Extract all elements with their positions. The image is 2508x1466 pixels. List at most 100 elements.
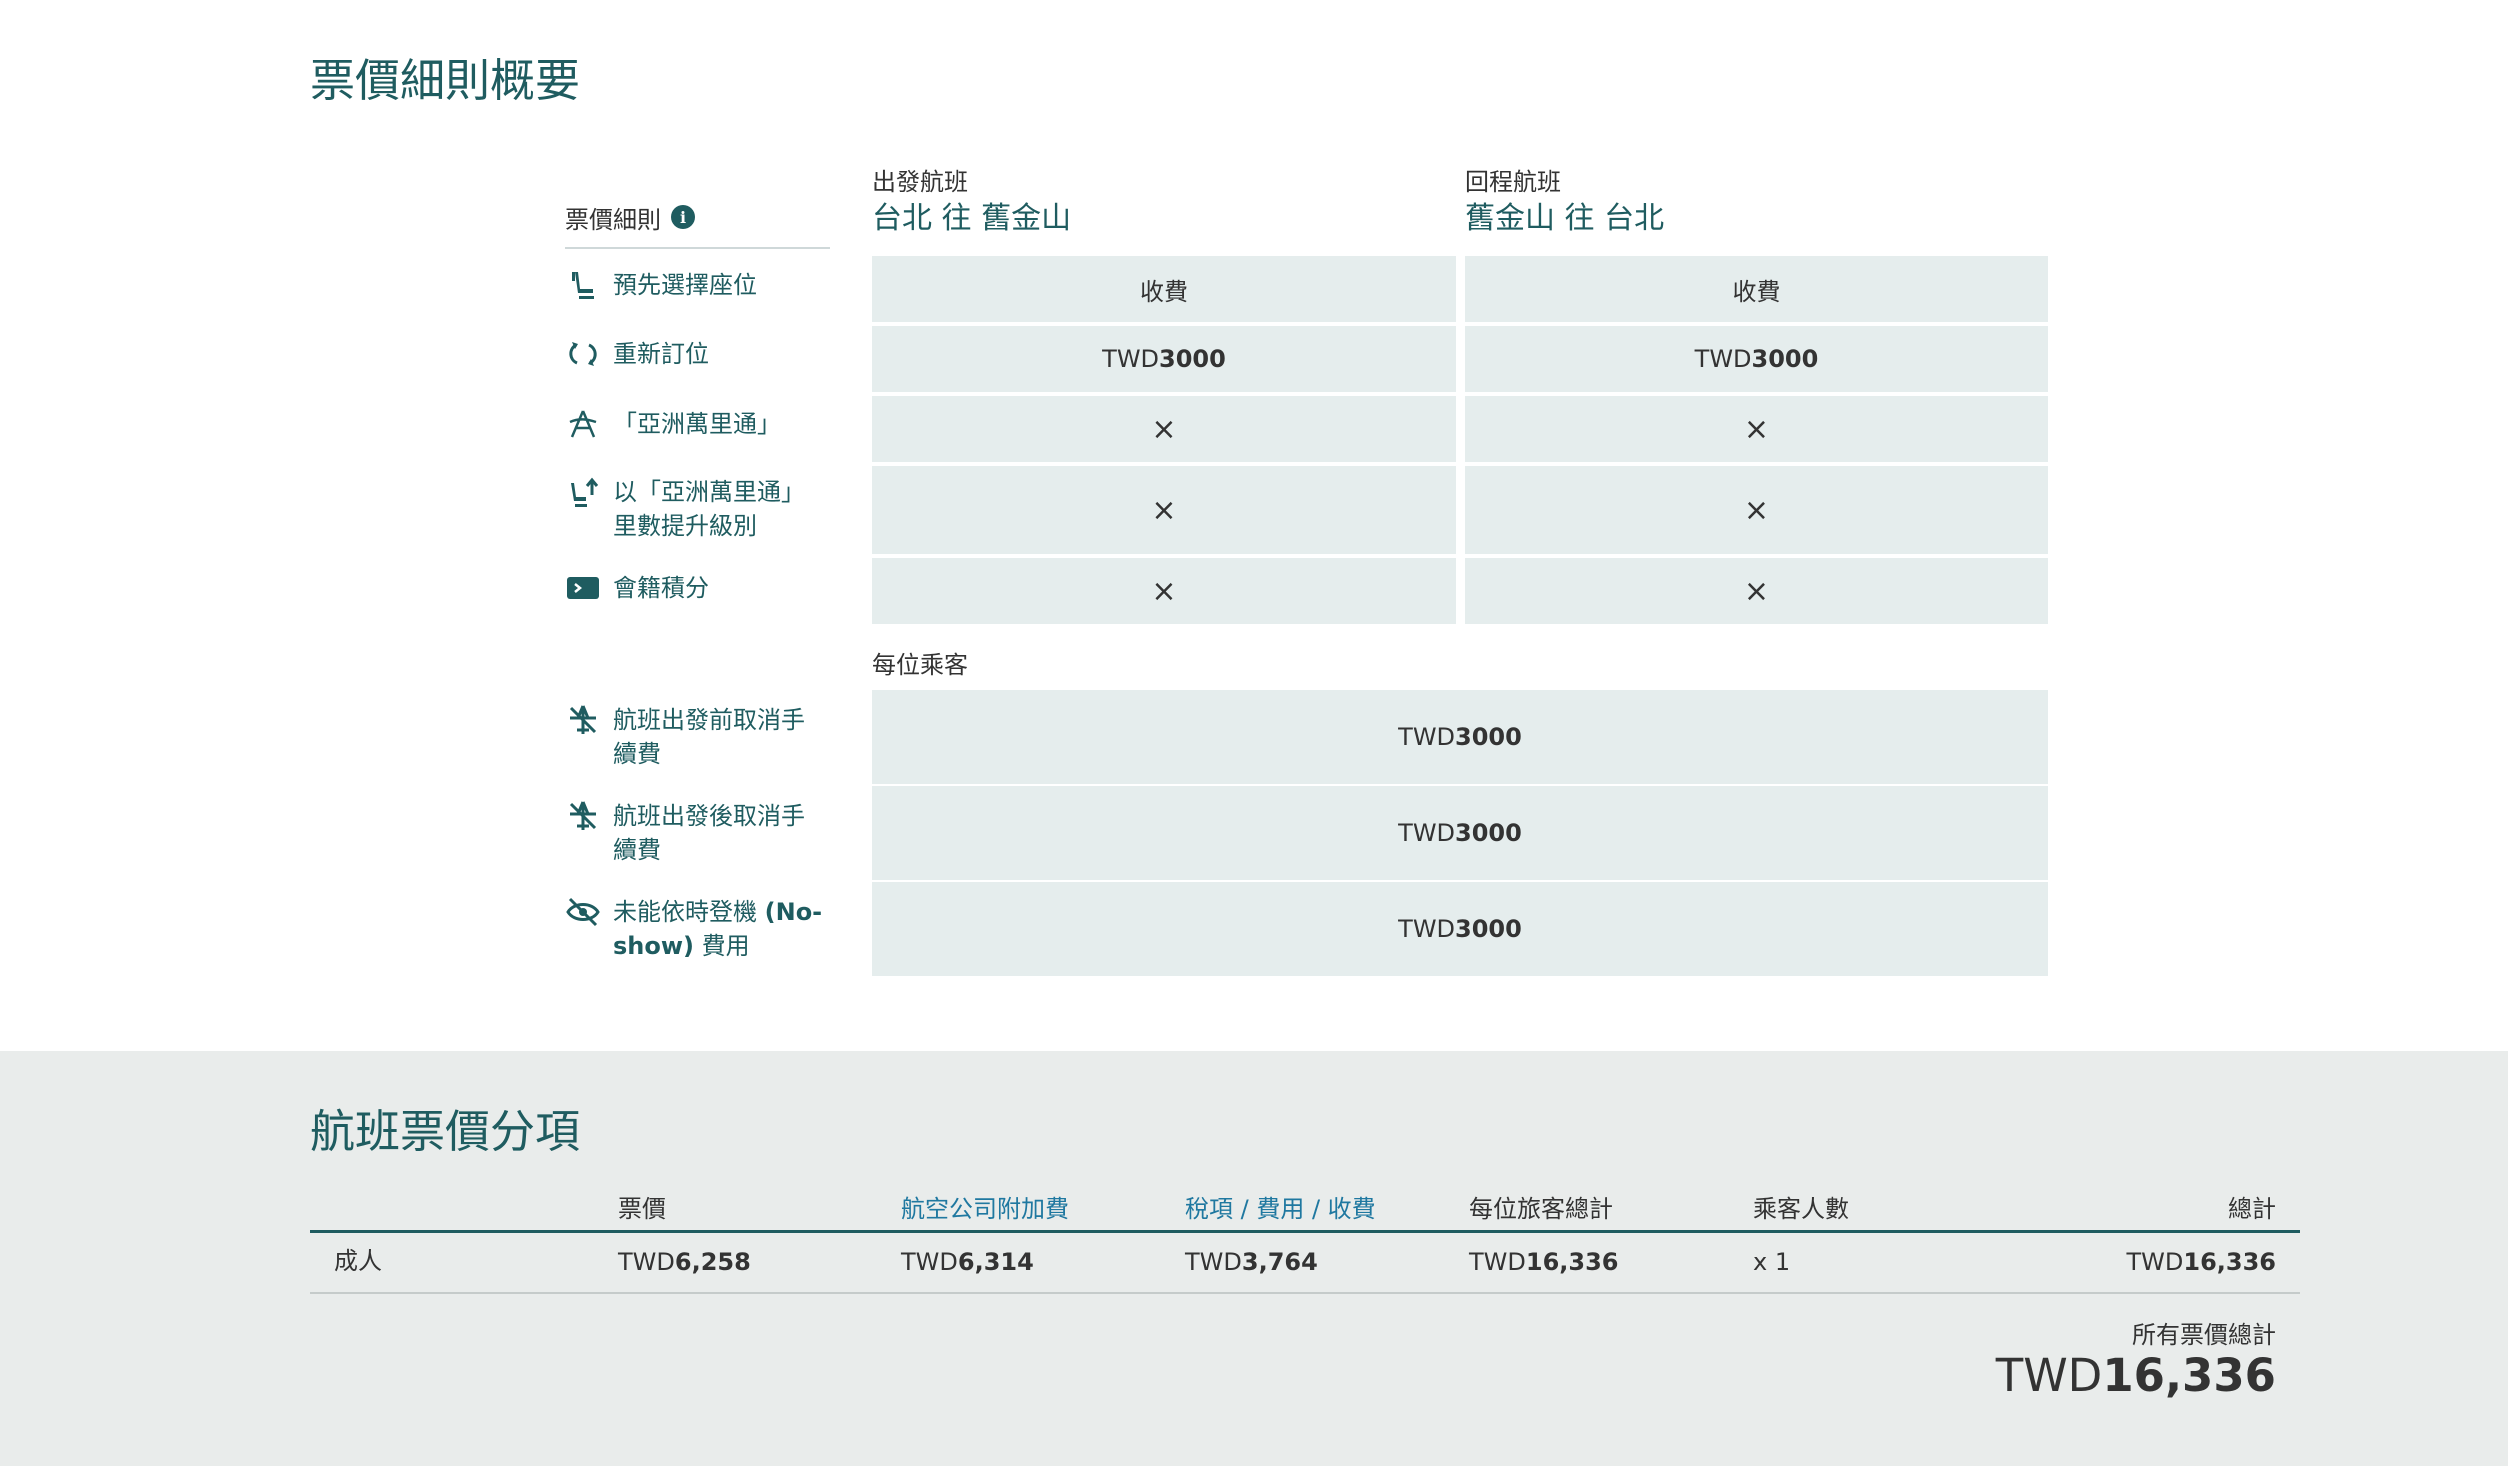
amount: 3000: [1751, 345, 1819, 373]
rule-row-cancel-after: 航班出發後取消手續費: [565, 799, 855, 867]
fare-value: TWD6,258: [618, 1248, 751, 1276]
outbound-sub-label: 出發航班: [872, 168, 968, 196]
inbound-sub-label: 回程航班: [1465, 168, 1561, 196]
inbound-asia-miles-cell: ×: [1465, 396, 2048, 462]
amount: 3000: [1455, 915, 1522, 943]
currency: TWD: [2126, 1248, 2184, 1276]
col-total: 總計: [2228, 1195, 2276, 1223]
rule-label: 航班出發前取消手續費: [613, 706, 805, 768]
amount: 6,314: [957, 1248, 1034, 1276]
table-header-divider: [310, 1230, 2300, 1233]
outbound-upgrade-cell: ×: [872, 466, 1456, 554]
not-available-icon: ×: [1743, 411, 1770, 447]
outbound-flight-header: 出發航班 台北 往 舊金山: [872, 165, 1071, 239]
inbound-upgrade-cell: ×: [1465, 466, 2048, 554]
no-show-label-c: 費用: [694, 932, 750, 960]
rule-label: 重新訂位: [613, 340, 709, 368]
grand-total-value: TWD16,336: [1996, 1349, 2276, 1402]
amount: 3000: [1455, 723, 1522, 751]
upgrade-seat-icon: [565, 475, 601, 509]
fare-rules-summary-section: 票價細則概要 票價細則 i 預先選擇座位 重新訂位 「亞洲萬里通」 以「亞洲萬里…: [0, 0, 2508, 1051]
currency: TWD: [1398, 819, 1456, 847]
inbound-flight-header: 回程航班 舊金山 往 台北: [1465, 165, 1664, 239]
inbound-route: 舊金山 往 台北: [1465, 201, 1665, 236]
inbound-seat-fee-cell: 收費: [1465, 256, 2048, 322]
amount: 16,336: [2183, 1248, 2276, 1276]
cancel-after-icon: [565, 799, 601, 833]
breakdown-title: 航班票價分項: [310, 1105, 581, 1158]
outbound-asia-miles-cell: ×: [872, 396, 1456, 462]
currency: TWD: [1398, 723, 1456, 751]
per-passenger-label: 每位乘客: [872, 651, 968, 679]
rule-label: 預先選擇座位: [613, 271, 757, 299]
outbound-route: 台北 往 舊金山: [872, 201, 1072, 236]
not-available-icon: ×: [1151, 492, 1177, 528]
col-per-pax-total: 每位旅客總計: [1469, 1195, 1613, 1223]
summary-title: 票價細則概要: [310, 54, 581, 107]
currency: TWD: [618, 1248, 675, 1276]
currency: TWD: [1694, 345, 1752, 373]
cell-text: 收費: [1732, 277, 1781, 306]
not-available-icon: ×: [1743, 492, 1770, 528]
per-pax-total-value: TWD16,336: [1469, 1248, 1619, 1276]
currency: TWD: [1398, 915, 1456, 943]
rule-label: 會籍積分: [613, 574, 709, 602]
no-show-icon: [565, 895, 601, 929]
rule-row-cancel-before: 航班出發前取消手續費: [565, 703, 855, 771]
not-available-icon: ×: [1743, 573, 1770, 609]
amount: 3000: [1455, 819, 1522, 847]
col-taxes-link[interactable]: 稅項 / 費用 / 收費: [1185, 1189, 1376, 1224]
table-row-divider: [310, 1292, 2300, 1294]
surcharge-value: TWD6,314: [901, 1248, 1034, 1276]
fare-breakdown-section: 航班票價分項 票價 航空公司附加費 稅項 / 費用 / 收費 每位旅客總計 乘客…: [0, 1051, 2508, 1466]
taxes-value: TWD3,764: [1185, 1248, 1318, 1276]
rule-row-asia-miles: 「亞洲萬里通」: [565, 407, 855, 441]
rule-label: 以「亞洲萬里通」里數提升級別: [613, 478, 805, 540]
rebook-icon: [565, 337, 601, 371]
currency: TWD: [1995, 1349, 2103, 1402]
not-available-icon: ×: [1151, 573, 1177, 609]
rule-row-status-points: 會籍積分: [565, 571, 855, 605]
amount: 16,336: [2102, 1349, 2276, 1402]
total-value: TWD16,336: [2127, 1248, 2277, 1276]
amount: 6,258: [674, 1248, 751, 1276]
currency: TWD: [1102, 345, 1160, 373]
col-fare: 票價: [618, 1195, 666, 1223]
outbound-seat-fee-cell: 收費: [872, 256, 1456, 322]
not-available-icon: ×: [1151, 411, 1177, 447]
rule-row-seat-selection: 預先選擇座位: [565, 268, 855, 302]
inbound-status-points-cell: ×: [1465, 558, 2048, 624]
rule-label: 航班出發後取消手續費: [613, 802, 805, 864]
rule-label: 未能依時登機 (No-show) 費用: [613, 895, 833, 963]
currency: TWD: [1469, 1248, 1526, 1276]
no-show-fee-cell: TWD 3000: [872, 882, 2048, 976]
amount: 16,336: [1525, 1248, 1619, 1276]
cancel-before-fee-cell: TWD 3000: [872, 690, 2048, 784]
currency: TWD: [901, 1248, 958, 1276]
seat-icon: [565, 268, 601, 302]
col-pax-count: 乘客人數: [1753, 1195, 1849, 1223]
status-points-icon: [565, 571, 601, 605]
rule-row-no-show: 未能依時登機 (No-show) 費用: [565, 895, 855, 963]
outbound-rebook-fee-cell: TWD 3000: [872, 326, 1456, 392]
rule-label: 「亞洲萬里通」: [613, 410, 781, 438]
amount: 3,764: [1241, 1248, 1318, 1276]
cancel-before-icon: [565, 703, 601, 737]
grand-total-label: 所有票價總計: [2132, 1321, 2276, 1349]
rule-row-upgrade: 以「亞洲萬里通」里數提升級別: [565, 475, 855, 543]
info-icon[interactable]: i: [671, 205, 695, 229]
asia-miles-icon: [565, 407, 601, 441]
rule-row-rebooking: 重新訂位: [565, 337, 855, 371]
col-surcharge-link[interactable]: 航空公司附加費: [901, 1189, 1069, 1224]
fare-rules-header-label: 票價細則: [565, 206, 661, 234]
cancel-after-fee-cell: TWD 3000: [872, 786, 2048, 880]
outbound-status-points-cell: ×: [872, 558, 1456, 624]
inbound-rebook-fee-cell: TWD 3000: [1465, 326, 2048, 392]
fare-rules-header: 票價細則 i: [565, 200, 830, 249]
cell-text: 收費: [1140, 277, 1188, 306]
currency: TWD: [1185, 1248, 1242, 1276]
passenger-type: 成人: [334, 1247, 382, 1275]
pax-count-value: x 1: [1753, 1248, 1791, 1276]
amount: 3000: [1159, 345, 1226, 373]
no-show-label-a: 未能依時登機: [613, 898, 765, 926]
